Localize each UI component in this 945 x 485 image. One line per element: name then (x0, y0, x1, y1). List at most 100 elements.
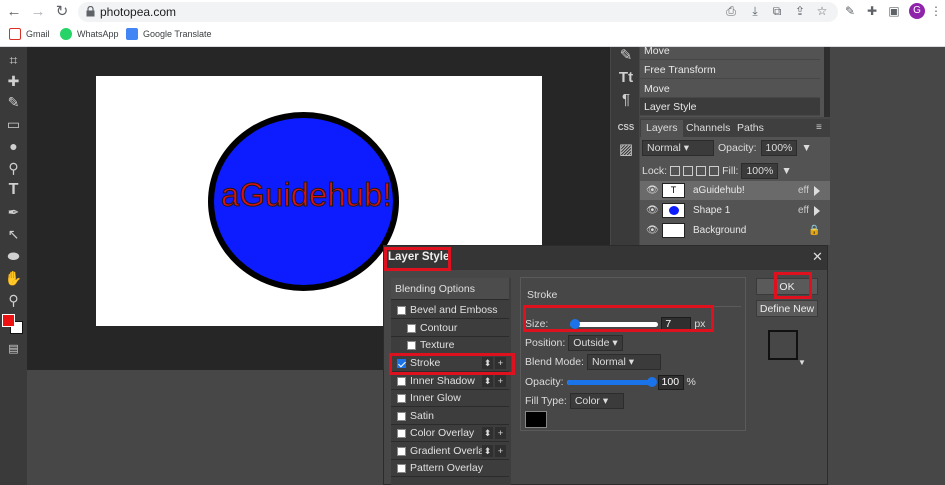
stroke-blend-select[interactable]: Normal ▾ (586, 354, 661, 370)
layer-row[interactable]: 👁 T aGuidehub! eff (640, 181, 830, 200)
lock-move-icon[interactable] (696, 166, 707, 176)
lock-paint-icon[interactable] (683, 166, 694, 176)
reorder-icon[interactable]: ⬍ (482, 445, 493, 457)
panel-menu-icon[interactable]: ≡ (816, 122, 826, 134)
brush-panel-icon[interactable]: ✎ (617, 47, 635, 65)
style-item-stroke[interactable]: Stroke ⬍ + (391, 355, 509, 372)
checkbox[interactable] (397, 412, 406, 421)
blend-mode-select[interactable]: Normal ▾ (642, 140, 714, 156)
character-panel-icon[interactable]: Tt (617, 69, 635, 87)
effects-badge[interactable]: eff (798, 181, 809, 200)
reorder-icon[interactable]: ⬍ (482, 427, 493, 439)
back-icon[interactable]: ← (6, 4, 22, 20)
style-item-inner-glow[interactable]: Inner Glow (391, 390, 509, 407)
download-icon[interactable]: ⤓ (748, 4, 762, 18)
preview-dropdown-icon[interactable]: ▼ (798, 358, 806, 367)
image-panel-icon[interactable]: ▨ (617, 141, 635, 159)
bookmark-gmail[interactable]: Gmail (9, 28, 50, 40)
tab-paths[interactable]: Paths (732, 120, 769, 137)
quick-mask-icon[interactable]: ▤ (4, 340, 23, 358)
style-item-contour[interactable]: Contour (391, 320, 509, 337)
kebab-menu-icon[interactable]: ⋮ (929, 4, 943, 18)
history-item[interactable]: Layer Style (640, 98, 820, 116)
checkbox[interactable] (397, 394, 406, 403)
reorder-icon[interactable]: ⬍ (482, 357, 493, 369)
lock-all-icon[interactable] (709, 166, 720, 176)
visibility-eye-icon[interactable]: 👁 (646, 181, 659, 200)
profile-avatar[interactable]: G (909, 3, 925, 19)
pen-tool-icon[interactable]: ✒ (4, 203, 23, 221)
style-item-satin[interactable]: Satin (391, 408, 509, 425)
bookmark-google-translate[interactable]: Google Translate (126, 28, 212, 40)
opacity-slider[interactable] (566, 376, 657, 387)
checkbox[interactable] (397, 306, 406, 315)
expand-effects-icon[interactable] (814, 186, 820, 196)
stroke-opacity-field[interactable]: 100 (657, 374, 684, 390)
size-slider[interactable] (570, 318, 659, 329)
visibility-eye-icon[interactable]: 👁 (646, 201, 659, 220)
add-icon[interactable]: + (495, 427, 506, 439)
save-page-icon[interactable]: ⎙ (724, 4, 738, 18)
history-scrollbar[interactable] (824, 47, 830, 117)
checkbox[interactable] (397, 464, 406, 473)
bookmark-whatsapp[interactable]: WhatsApp (60, 28, 119, 40)
size-slider-knob[interactable] (570, 318, 581, 329)
opacity-slider-knob[interactable] (646, 376, 657, 387)
dialog-titlebar[interactable]: Layer Style ✕ (384, 246, 827, 270)
checkbox-checked[interactable] (397, 359, 406, 368)
brush-tool-icon[interactable]: ✎ (4, 93, 23, 111)
checkbox[interactable] (407, 341, 416, 350)
type-tool-icon[interactable]: T (4, 181, 23, 199)
checkbox[interactable] (397, 377, 406, 386)
style-item-inner-shadow[interactable]: Inner Shadow ⬍ + (391, 373, 509, 390)
install-app-icon[interactable]: ⧉ (770, 4, 784, 18)
share-icon[interactable]: ⇪ (793, 4, 807, 18)
checkbox[interactable] (397, 447, 406, 456)
eyedropper-extension-icon[interactable]: ✎ (843, 4, 857, 18)
style-item-gradient-overlay[interactable]: Gradient Overlay ⬍ + (391, 443, 509, 460)
healing-brush-icon[interactable]: ✚ (4, 72, 23, 90)
fill-type-select[interactable]: Color ▾ (569, 393, 624, 409)
opacity-dropdown-icon[interactable]: ▼ (801, 142, 811, 154)
lock-transparent-icon[interactable] (670, 166, 681, 176)
eraser-tool-icon[interactable]: ▭ (4, 115, 23, 133)
forward-icon[interactable]: → (30, 4, 46, 20)
opacity-field[interactable]: 100% (760, 140, 798, 156)
add-icon[interactable]: + (495, 445, 506, 457)
crop-tool-icon[interactable]: ⌗ (4, 51, 23, 69)
reload-icon[interactable]: ↻ (54, 4, 70, 20)
style-item-color-overlay[interactable]: Color Overlay ⬍ + (391, 425, 509, 442)
bookmark-star-icon[interactable]: ☆ (815, 4, 829, 18)
blending-options-item[interactable]: Blending Options (391, 278, 509, 300)
add-icon[interactable]: + (495, 357, 506, 369)
path-select-icon[interactable]: ↖ (4, 225, 23, 243)
close-icon[interactable]: ✕ (812, 249, 823, 265)
layer-row[interactable]: 👁 Background 🔒 (640, 221, 830, 240)
style-item-texture[interactable]: Texture (391, 337, 509, 354)
css-panel-icon[interactable]: CSS (617, 119, 635, 137)
checkbox[interactable] (407, 324, 416, 333)
dodge-tool-icon[interactable]: ⚲ (4, 159, 23, 177)
position-select[interactable]: Outside ▾ (568, 335, 623, 351)
effects-badge[interactable]: eff (798, 201, 809, 220)
foreground-color-swatch[interactable] (2, 314, 15, 327)
sidepanel-icon[interactable]: ▣ (887, 4, 901, 18)
history-item[interactable]: Move (640, 42, 820, 60)
stroke-color-swatch[interactable] (525, 411, 547, 428)
fill-dropdown-icon[interactable]: ▼ (781, 165, 791, 177)
style-item-bevel-emboss[interactable]: Bevel and Emboss (391, 302, 509, 319)
extensions-icon[interactable]: ✚ (865, 4, 879, 18)
hand-tool-icon[interactable]: ✋ (4, 269, 23, 287)
history-item[interactable]: Move (640, 80, 820, 98)
size-field[interactable]: 7 (661, 316, 692, 332)
tab-layers[interactable]: Layers (641, 120, 683, 137)
fill-field[interactable]: 100% (741, 163, 779, 179)
layer-row[interactable]: 👁 Shape 1 eff (640, 201, 830, 220)
define-new-button[interactable]: Define New (756, 300, 818, 317)
style-item-pattern-overlay[interactable]: Pattern Overlay (391, 460, 509, 477)
zoom-tool-icon[interactable]: ⚲ (4, 291, 23, 309)
paragraph-panel-icon[interactable]: ¶ (617, 91, 635, 109)
visibility-eye-icon[interactable]: 👁 (646, 221, 659, 240)
add-icon[interactable]: + (495, 375, 506, 387)
history-item[interactable]: Free Transform (640, 61, 820, 79)
